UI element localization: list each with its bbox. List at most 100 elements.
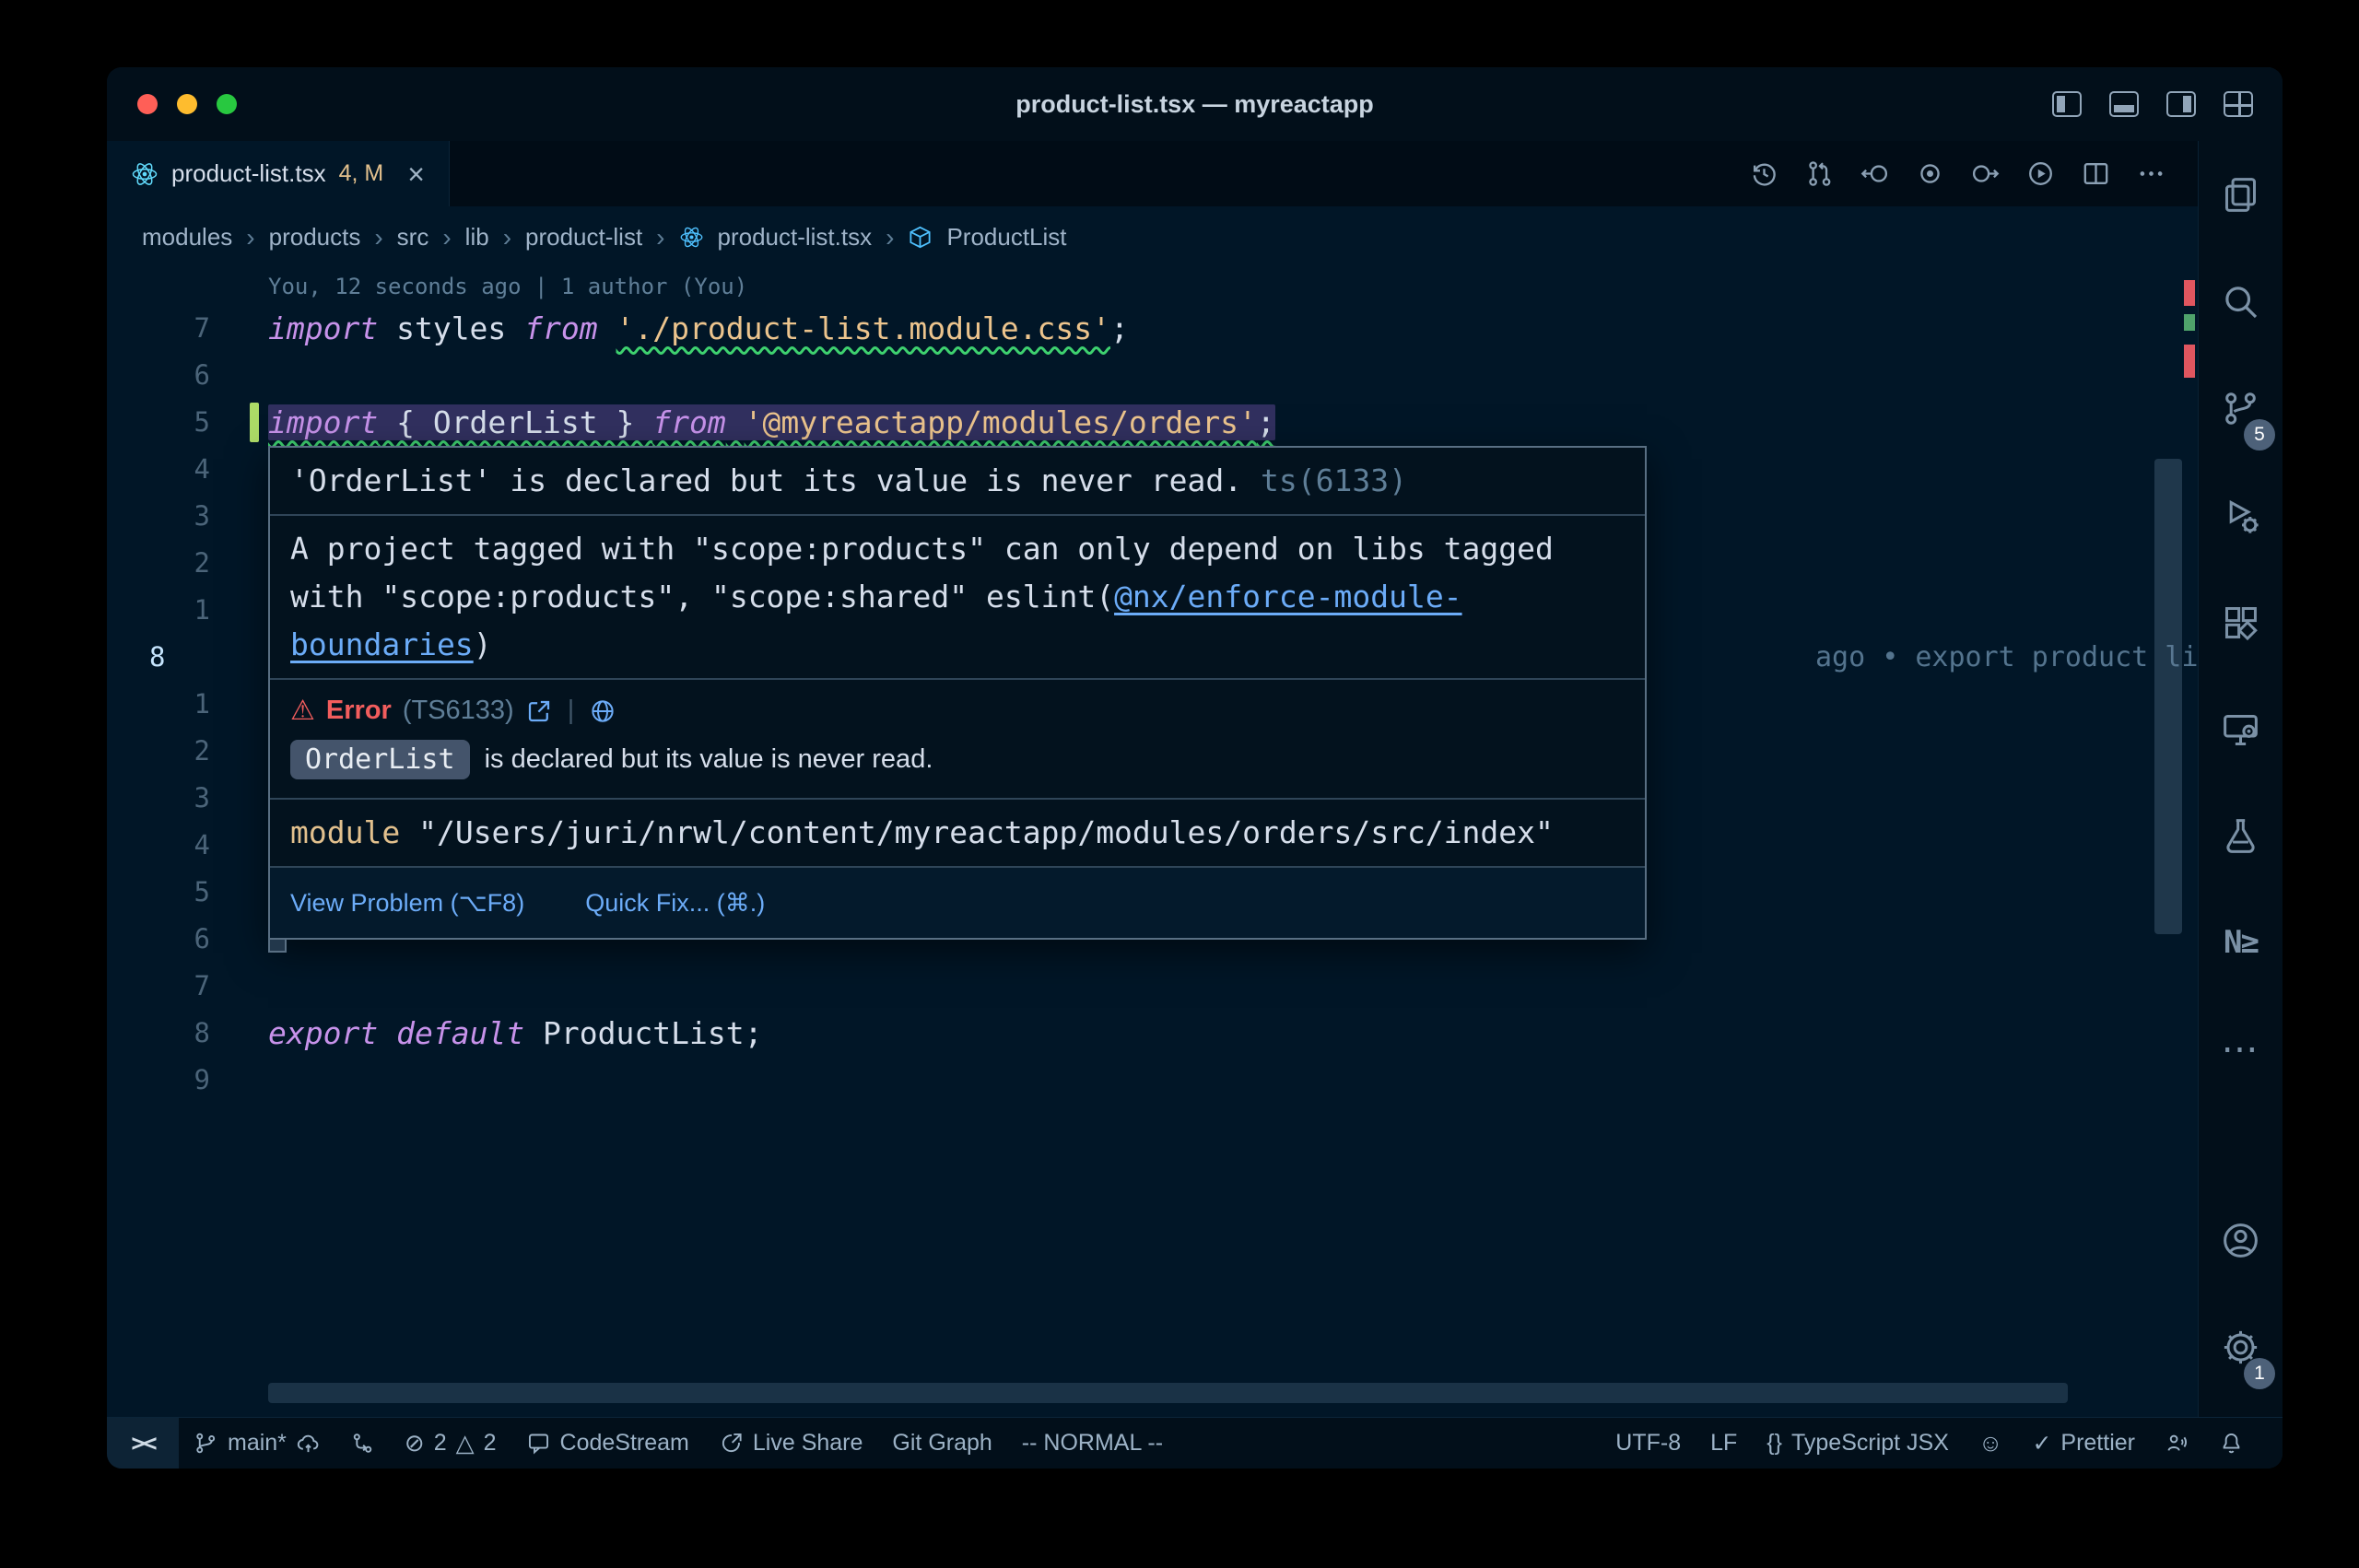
nx-console-button[interactable]: N≥: [2199, 889, 2283, 996]
line-number[interactable]: 7: [194, 305, 210, 352]
code-line[interactable]: 5import { OrderList } from '@myreactapp/…: [107, 399, 2198, 446]
nx-rule-link[interactable]: @nx/enforce-module-: [1114, 579, 1462, 614]
breadcrumb-item-file[interactable]: product-list.tsx: [718, 223, 873, 252]
vim-mode-status[interactable]: -- NORMAL --: [1007, 1418, 1178, 1469]
branch-status[interactable]: main*: [179, 1418, 335, 1469]
gitlens-codelens[interactable]: You, 12 seconds ago | 1 author (You): [268, 268, 747, 305]
explorer-button[interactable]: [2199, 141, 2283, 248]
remote-explorer-button[interactable]: [2199, 675, 2283, 782]
code-line[interactable]: 8export default ProductList;: [107, 1010, 2198, 1057]
nx-rule-link[interactable]: boundaries: [290, 626, 474, 662]
search-button[interactable]: [2199, 248, 2283, 355]
gutter: 3: [107, 493, 268, 540]
files-icon: [2220, 174, 2261, 216]
line-number[interactable]: 2: [194, 728, 210, 775]
additional-views-button[interactable]: ⋯: [2199, 996, 2283, 1103]
code-line[interactable]: 9: [107, 1057, 2198, 1104]
customize-layout-button[interactable]: [2224, 91, 2253, 117]
live-share-status[interactable]: Live Share: [704, 1418, 878, 1469]
line-number[interactable]: 6: [194, 916, 210, 963]
breadcrumb-item-src[interactable]: src: [397, 223, 429, 252]
search-web-icon[interactable]: [589, 697, 616, 725]
horizontal-scrollbar[interactable]: [268, 1383, 2068, 1403]
settings-button[interactable]: 1: [2199, 1293, 2283, 1400]
line-number[interactable]: 9: [194, 1057, 210, 1104]
timeline-history-button[interactable]: [1749, 158, 1779, 189]
line-number[interactable]: 8: [194, 1010, 210, 1057]
feedback-status[interactable]: ☺: [1964, 1418, 2018, 1469]
quick-fix-link[interactable]: Quick Fix... (⌘.): [585, 879, 765, 927]
line-number[interactable]: 6: [194, 352, 210, 399]
line-number[interactable]: 8: [149, 634, 165, 681]
code-line[interactable]: 7import styles from './product-list.modu…: [107, 305, 2198, 352]
close-window-button[interactable]: [137, 94, 158, 114]
line-number[interactable]: 3: [194, 493, 210, 540]
toggle-secondary-sidebar-button[interactable]: [2166, 91, 2196, 117]
breadcrumb-item-symbol[interactable]: ProductList: [946, 223, 1066, 252]
encoding-label: UTF-8: [1615, 1430, 1681, 1457]
diagnostic-code: ts(6133): [1261, 462, 1407, 498]
toggle-panel-button[interactable]: [2109, 91, 2139, 117]
line-number[interactable]: 4: [194, 822, 210, 869]
toggle-primary-sidebar-button[interactable]: [2052, 91, 2082, 117]
breadcrumb-item-modules[interactable]: modules: [142, 223, 232, 252]
compare-branch-button[interactable]: [335, 1418, 390, 1469]
problems-status[interactable]: ⊘ 2 △ 2: [390, 1418, 511, 1469]
breadcrumb-separator: ›: [886, 223, 894, 252]
line-number[interactable]: 5: [194, 869, 210, 916]
line-number[interactable]: 4: [194, 446, 210, 493]
line-number[interactable]: 7: [194, 963, 210, 1010]
breadcrumb-item-lib[interactable]: lib: [465, 223, 489, 252]
compare-changes-button[interactable]: [1804, 158, 1835, 189]
branch-icon: [194, 1431, 218, 1456]
run-debug-icon: [2220, 495, 2261, 536]
code-line[interactable]: 7: [107, 963, 2198, 1010]
line-number[interactable]: 1: [194, 587, 210, 634]
codestream-status[interactable]: CodeStream: [511, 1418, 704, 1469]
live-share-session-status[interactable]: [2150, 1418, 2204, 1469]
encoding-status[interactable]: UTF-8: [1601, 1418, 1696, 1469]
remote-indicator[interactable]: ><: [107, 1418, 179, 1469]
breadcrumb-item-product-list[interactable]: product-list: [525, 223, 642, 252]
notifications-status[interactable]: [2204, 1418, 2259, 1469]
code-token: styles: [378, 310, 524, 346]
prettier-status[interactable]: ✓ Prettier: [2017, 1418, 2150, 1469]
more-actions-button[interactable]: [2136, 158, 2166, 189]
tab-product-list[interactable]: product-list.tsx 4, M ×: [107, 141, 450, 206]
git-graph-status[interactable]: Git Graph: [877, 1418, 1006, 1469]
extensions-button[interactable]: [2199, 568, 2283, 675]
line-number[interactable]: 5: [194, 399, 210, 446]
source-control-button[interactable]: 5: [2199, 355, 2283, 462]
hover-module-row: module "/Users/juri/nrwl/content/myreact…: [270, 800, 1645, 868]
minimize-window-button[interactable]: [177, 94, 197, 114]
line-number[interactable]: 2: [194, 540, 210, 587]
account-icon: [2220, 1220, 2261, 1261]
accounts-button[interactable]: [2199, 1187, 2283, 1293]
code-line[interactable]: 6: [107, 352, 2198, 399]
testing-button[interactable]: [2199, 782, 2283, 889]
gutter: 4: [107, 822, 268, 869]
testing-icon: [2220, 815, 2261, 857]
vertical-scrollbar[interactable]: [2154, 459, 2182, 934]
next-change-button[interactable]: [1970, 158, 2001, 189]
close-tab-button[interactable]: ×: [407, 159, 425, 189]
open-problem-icon[interactable]: [525, 697, 553, 725]
breadcrumb-item-products[interactable]: products: [269, 223, 361, 252]
view-problem-link[interactable]: View Problem (⌥F8): [290, 879, 524, 927]
eol-status[interactable]: LF: [1696, 1418, 1752, 1469]
run-file-button[interactable]: [2025, 158, 2056, 189]
language-mode-status[interactable]: {} TypeScript JSX: [1752, 1418, 1964, 1469]
previous-change-button[interactable]: [1860, 158, 1890, 189]
current-change-button[interactable]: [1915, 158, 1945, 189]
split-editor-button[interactable]: [2081, 158, 2111, 189]
hover-actions: View Problem (⌥F8) Quick Fix... (⌘.): [270, 868, 1645, 938]
maximize-window-button[interactable]: [217, 94, 237, 114]
error-label: Error: [326, 696, 392, 726]
line-number[interactable]: 3: [194, 775, 210, 822]
code-editor[interactable]: You, 12 seconds ago | 1 author (You) 7im…: [107, 268, 2198, 1417]
hover-resize-handle[interactable]: [268, 940, 287, 953]
breadcrumb-separator: ›: [442, 223, 451, 252]
code-token: [378, 1015, 396, 1051]
line-number[interactable]: 1: [194, 681, 210, 728]
run-debug-button[interactable]: [2199, 462, 2283, 568]
